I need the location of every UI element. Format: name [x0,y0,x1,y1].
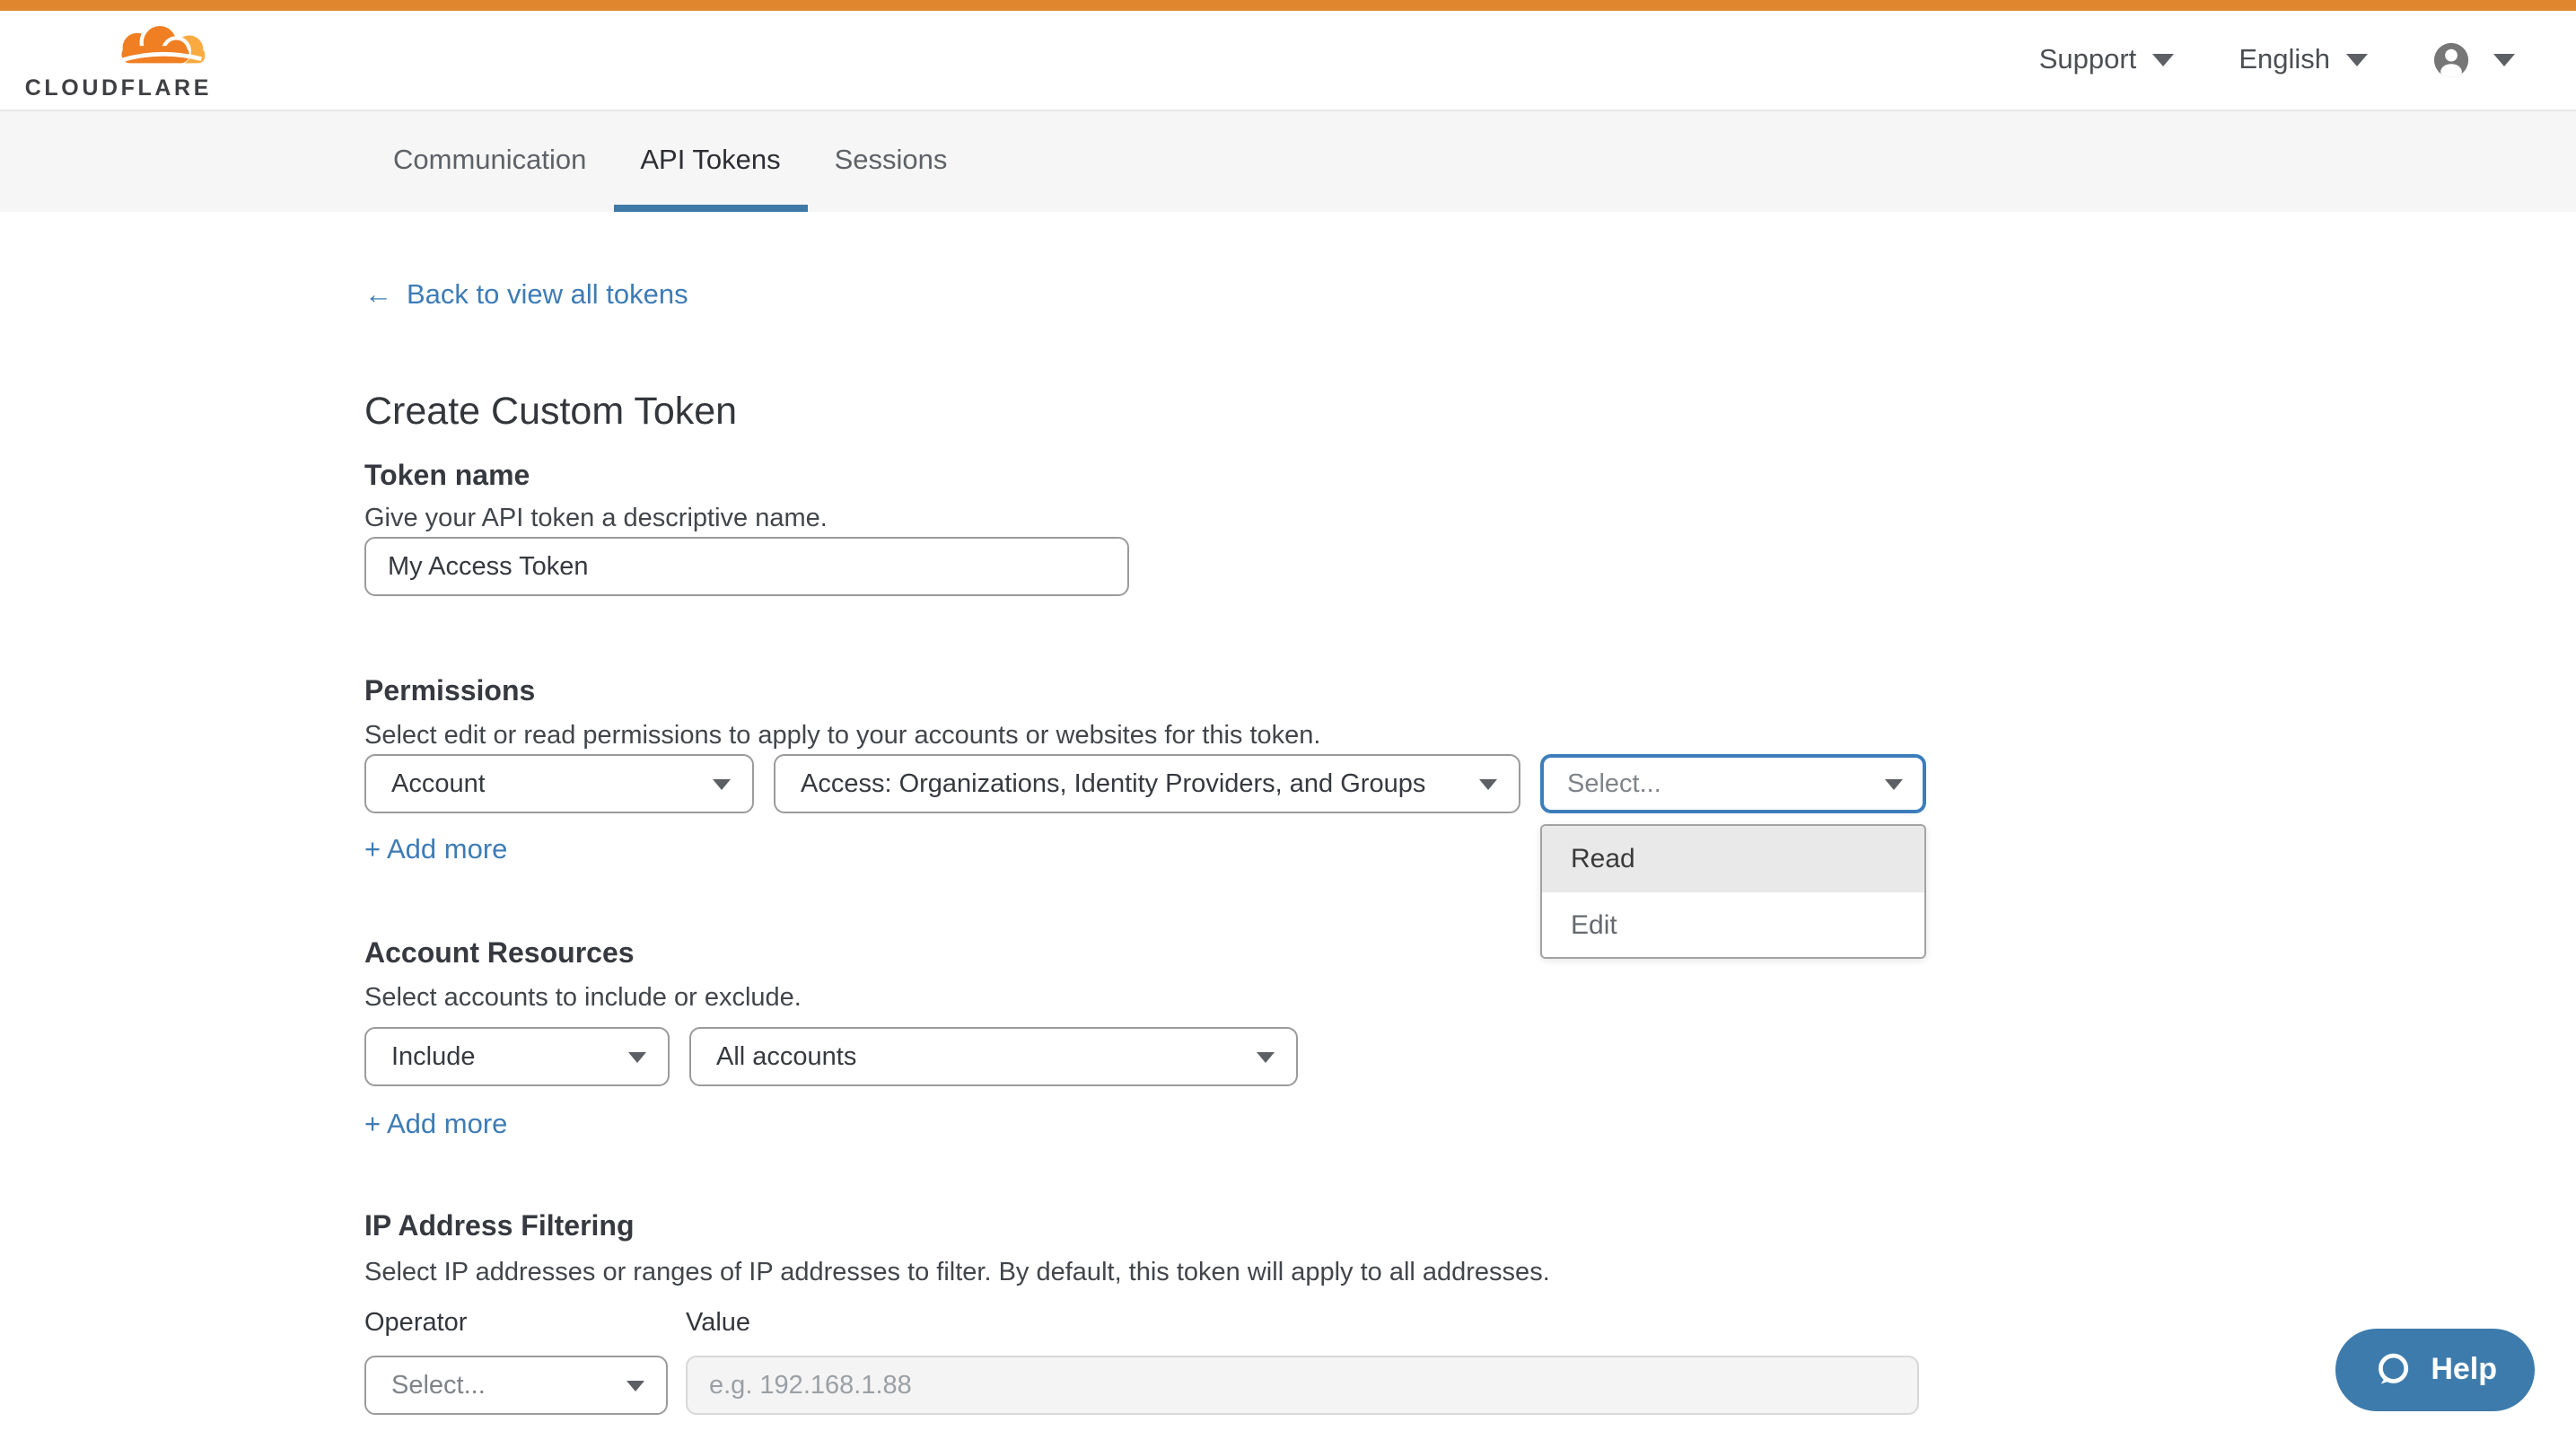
active-tab-underline [613,205,807,212]
value-column-label: Value [686,1311,750,1338]
site-header: CLOUDFLARE Support English [0,11,2576,111]
account-menu[interactable] [2432,41,2515,79]
operator-column-label: Operator [364,1311,686,1338]
page-viewport: CLOUDFLARE Support English [0,0,2576,1431]
top-nav: Support English [2039,41,2515,79]
tab-label: Communication [393,145,586,178]
ip-filtering-description: Select IP addresses or ranges of IP addr… [364,1260,2576,1287]
cloudflare-logo[interactable]: CLOUDFLARE [29,22,212,99]
permissions-description: Select edit or read permissions to apply… [364,724,2576,751]
chevron-down-icon [628,1051,646,1062]
ip-filtering-heading: IP Address Filtering [364,1212,2576,1242]
chevron-down-icon [626,1380,644,1391]
token-name-input[interactable] [364,537,1129,596]
menu-option-label: Edit [1571,909,1617,940]
menu-option-label: Read [1571,844,1635,874]
account-resources-description: Select accounts to include or exclude. [364,986,2576,1013]
back-arrow-icon: ← [364,282,392,311]
ip-value-input[interactable] [686,1356,1919,1415]
chevron-down-icon [1257,1051,1275,1062]
tab-label: API Tokens [640,145,780,178]
main-content: ← Back to view all tokens Create Custom … [0,212,2576,1415]
top-accent-bar [0,0,2576,11]
language-menu[interactable]: English [2239,44,2368,76]
ip-filtering-controls-row: Select... [364,1356,2576,1415]
chat-bubble-icon [2373,1350,2413,1390]
permission-level-select[interactable]: Select... [1540,754,1926,813]
account-mode-value: Include [391,1042,476,1071]
ip-operator-select[interactable]: Select... [364,1356,668,1415]
tab-sessions[interactable]: Sessions [808,111,975,212]
tab-label: Sessions [835,145,948,178]
chevron-down-icon [2346,54,2368,66]
accounts-value: All accounts [716,1042,856,1071]
permission-resource-select[interactable]: Access: Organizations, Identity Provider… [774,754,1520,813]
support-label: Support [2039,44,2137,76]
chevron-down-icon [713,778,731,789]
account-resources-add-more-link[interactable]: + Add more [364,1111,507,1140]
permission-resource-value: Access: Organizations, Identity Provider… [801,769,1425,798]
account-mode-select[interactable]: Include [364,1027,670,1086]
cloudflare-cloud-icon [108,22,212,75]
permission-level-placeholder: Select... [1567,769,1661,798]
token-name-heading: Token name [364,461,2576,492]
chevron-down-icon [2152,54,2174,66]
menu-option-edit[interactable]: Edit [1542,892,1924,957]
help-button-label: Help [2431,1352,2497,1388]
ip-filtering-column-labels: Operator Value [364,1311,2576,1338]
avatar-icon [2432,41,2470,79]
help-button[interactable]: Help [2335,1329,2535,1411]
page-title: Create Custom Token [364,391,2576,431]
account-resources-select-row: Include All accounts [364,1027,2576,1086]
chevron-down-icon [2493,54,2515,66]
account-resources-heading: Account Resources [364,939,2576,970]
cloudflare-wordmark: CLOUDFLARE [25,77,212,99]
permissions-select-row: Account Access: Organizations, Identity … [364,754,2576,813]
permission-scope-select[interactable]: Account [364,754,754,813]
tab-api-tokens[interactable]: API Tokens [613,111,807,212]
permissions-add-more-link[interactable]: + Add more [364,837,507,865]
tab-bar: Communication API Tokens Sessions [0,111,2576,212]
tab-communication[interactable]: Communication [366,111,613,212]
chevron-down-icon [1479,778,1497,789]
token-name-description: Give your API token a descriptive name. [364,506,2576,533]
permission-scope-value: Account [391,769,486,798]
accounts-select[interactable]: All accounts [689,1027,1298,1086]
back-to-tokens-link[interactable]: ← Back to view all tokens [364,282,688,311]
support-menu[interactable]: Support [2039,44,2175,76]
permissions-heading: Permissions [364,677,2576,707]
permission-level-menu: Read Edit [1540,824,1926,959]
menu-option-read[interactable]: Read [1542,826,1924,892]
language-label: English [2239,44,2330,76]
chevron-down-icon [1885,778,1903,789]
back-link-label: Back to view all tokens [407,282,688,311]
ip-operator-placeholder: Select... [391,1371,486,1400]
